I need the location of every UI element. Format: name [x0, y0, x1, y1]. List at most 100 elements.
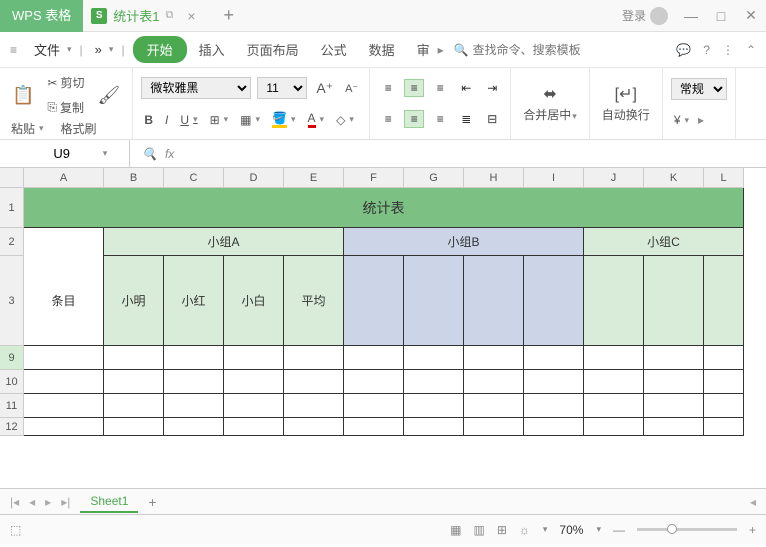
cell[interactable]	[224, 370, 284, 394]
column-header[interactable]: C	[164, 168, 224, 188]
font-size-select[interactable]: 11	[257, 77, 307, 99]
cell[interactable]	[24, 346, 104, 370]
cell[interactable]	[644, 418, 704, 436]
cell[interactable]: 小白	[224, 256, 284, 346]
increase-indent-button[interactable]: ⇥	[482, 79, 502, 97]
cell[interactable]	[344, 370, 404, 394]
minimize-button[interactable]: —	[676, 8, 706, 24]
cell[interactable]	[224, 418, 284, 436]
tab-data[interactable]: 数据	[359, 36, 405, 63]
row-header[interactable]: 12	[0, 418, 24, 436]
collapse-ribbon-icon[interactable]: ⌃	[746, 43, 756, 57]
cell[interactable]: 小红	[164, 256, 224, 346]
maximize-button[interactable]: □	[706, 8, 736, 24]
column-header[interactable]: B	[104, 168, 164, 188]
cell[interactable]	[104, 346, 164, 370]
cell[interactable]	[524, 370, 584, 394]
align-top-button[interactable]: ≡	[378, 79, 398, 97]
column-header[interactable]: K	[644, 168, 704, 188]
file-dropdown-icon[interactable]: ▾	[67, 44, 72, 55]
decrease-font-button[interactable]: A⁻	[342, 80, 361, 97]
justify-button[interactable]: ≣	[456, 110, 476, 128]
italic-button[interactable]: I	[162, 111, 171, 129]
cell[interactable]	[24, 418, 104, 436]
sheet-grid[interactable]: ABCDEFGHIJKL 1239101112 统计表小组A小组B小组C条目小明…	[0, 168, 766, 488]
tab-page-layout[interactable]: 页面布局	[237, 36, 309, 63]
cell[interactable]	[644, 394, 704, 418]
cell[interactable]	[24, 370, 104, 394]
cell[interactable]	[104, 394, 164, 418]
merge-center-button[interactable]: ⬌ 合并居中▾	[519, 82, 581, 125]
sheet-nav-last-icon[interactable]: ▸|	[61, 495, 70, 509]
increase-font-button[interactable]: A⁺	[313, 78, 336, 99]
cell[interactable]	[224, 394, 284, 418]
cell[interactable]	[24, 228, 104, 256]
cellref-dropdown-icon[interactable]: ▾	[103, 148, 108, 159]
row-header[interactable]: 2	[0, 228, 24, 256]
chat-icon[interactable]: 💬	[676, 43, 691, 57]
zoom-value[interactable]: 70%	[559, 523, 583, 537]
column-header[interactable]: E	[284, 168, 344, 188]
align-bottom-button[interactable]: ≡	[430, 79, 450, 97]
document-tab[interactable]: S 统计表1 ⧉ ×	[83, 0, 203, 32]
cell[interactable]	[404, 394, 464, 418]
align-left-button[interactable]: ≡	[378, 110, 398, 128]
kebab-icon[interactable]: ⋮	[722, 43, 734, 57]
cell[interactable]: 统计表	[24, 188, 744, 228]
font-name-select[interactable]: 微软雅黑	[141, 77, 251, 99]
fx-icon[interactable]: fx	[165, 147, 174, 161]
cell[interactable]	[464, 346, 524, 370]
cell[interactable]	[344, 256, 404, 346]
number-format-select[interactable]: 常规	[671, 78, 727, 100]
align-center-button[interactable]: ≡	[404, 110, 424, 128]
cell[interactable]: 小组C	[584, 228, 744, 256]
file-menu[interactable]: 文件	[30, 40, 64, 59]
border-button[interactable]: ⊞▾	[207, 111, 232, 129]
cell[interactable]	[404, 418, 464, 436]
column-header[interactable]: L	[704, 168, 744, 188]
cell[interactable]	[404, 256, 464, 346]
cut-button[interactable]: ✂剪切	[44, 72, 87, 93]
font-color-button[interactable]: A▾	[305, 109, 328, 130]
more-dropdown-icon[interactable]: ▾	[109, 44, 114, 55]
column-header[interactable]: I	[524, 168, 584, 188]
column-header[interactable]: A	[24, 168, 104, 188]
more-menu[interactable]: »	[91, 42, 106, 57]
tab-restore-icon[interactable]: ⧉	[165, 9, 173, 22]
view-page-icon[interactable]: ▥	[473, 523, 484, 537]
cell-reference-box[interactable]: ▾	[0, 140, 130, 167]
row-header[interactable]: 3	[0, 256, 24, 346]
copy-button[interactable]: ⎘复制	[44, 97, 87, 118]
tab-insert[interactable]: 插入	[189, 36, 235, 63]
close-button[interactable]: ✕	[736, 7, 766, 24]
cell[interactable]	[24, 394, 104, 418]
bold-button[interactable]: B	[141, 111, 156, 129]
column-header[interactable]: J	[584, 168, 644, 188]
cell[interactable]	[344, 418, 404, 436]
cell[interactable]: 条目	[24, 256, 104, 346]
cell[interactable]	[344, 346, 404, 370]
zoom-in-button[interactable]: +	[749, 523, 756, 537]
row-header[interactable]: 11	[0, 394, 24, 418]
cell[interactable]	[284, 418, 344, 436]
cell[interactable]	[524, 418, 584, 436]
login-button[interactable]: 登录	[622, 7, 668, 25]
cell[interactable]	[584, 256, 644, 346]
formula-input[interactable]	[182, 146, 754, 161]
tabs-overflow-icon[interactable]: ▸	[438, 43, 444, 57]
tab-home[interactable]: 开始	[133, 36, 187, 63]
cell[interactable]	[704, 418, 744, 436]
cell[interactable]	[524, 256, 584, 346]
cell[interactable]	[464, 370, 524, 394]
underline-button[interactable]: U▾	[177, 111, 200, 129]
cell-style-button[interactable]: ▦▾	[237, 111, 263, 129]
row-header[interactable]: 10	[0, 370, 24, 394]
clear-format-button[interactable]: ◇▾	[333, 111, 357, 129]
cell[interactable]	[164, 418, 224, 436]
tab-review[interactable]: 审	[407, 36, 440, 63]
column-header[interactable]: H	[464, 168, 524, 188]
cell[interactable]	[704, 370, 744, 394]
add-sheet-button[interactable]: +	[148, 494, 156, 510]
help-icon[interactable]: ?	[703, 43, 710, 57]
zoom-slider[interactable]	[637, 528, 737, 531]
